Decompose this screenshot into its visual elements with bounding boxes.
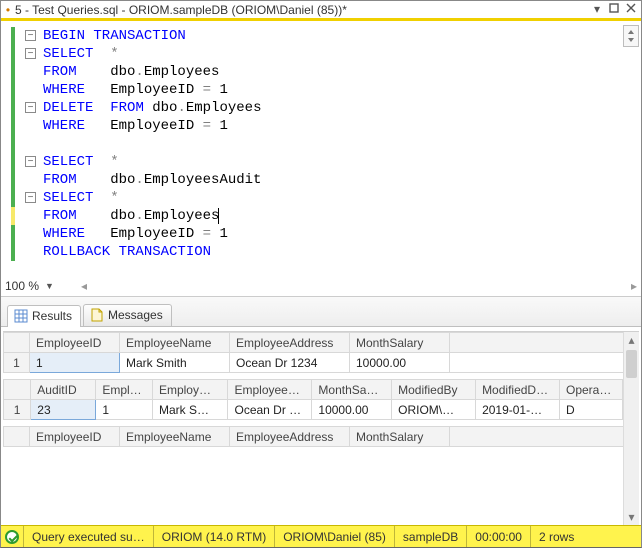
row-number[interactable]: 1 xyxy=(4,400,31,420)
cell[interactable] xyxy=(450,353,624,373)
sql-editor[interactable]: BEGIN TRANSACTION SELECT * FROM dbo.Empl… xyxy=(1,21,641,296)
status-user: ORIOM\Daniel (85) xyxy=(274,526,394,547)
zoom-control[interactable]: 100 % ▼ xyxy=(5,277,54,295)
maximize-button[interactable] xyxy=(606,3,622,17)
chevron-down-icon: ▼ xyxy=(45,281,54,291)
cell[interactable]: 10000.00 xyxy=(312,400,392,420)
tab-label: Results xyxy=(32,309,72,323)
page-icon xyxy=(90,308,104,322)
results-area: EmployeeIDEmployeeNameEmployeeAddressMon… xyxy=(3,331,639,525)
status-bar: Query executed su… ORIOM (14.0 RTM) ORIO… xyxy=(1,525,641,547)
column-header[interactable]: ModifiedBy xyxy=(392,380,476,400)
column-header[interactable]: EmployeeName xyxy=(120,427,230,447)
scroll-up-icon: ▴ xyxy=(624,332,639,348)
column-header[interactable]: MonthSalary xyxy=(350,333,450,353)
scroll-split-toggle[interactable] xyxy=(623,25,639,47)
column-header[interactable]: EmployeeAddress xyxy=(230,333,350,353)
cell[interactable]: Mark S… xyxy=(152,400,228,420)
success-icon xyxy=(5,530,19,544)
column-header[interactable]: EmployeeID xyxy=(30,427,120,447)
cell[interactable]: D xyxy=(559,400,622,420)
scroll-right-icon: ▸ xyxy=(631,279,637,293)
row-header xyxy=(4,333,30,353)
table-row[interactable]: 1231Mark S…Ocean Dr …10000.00ORIOM\…2019… xyxy=(4,400,623,420)
column-header[interactable]: MonthSa… xyxy=(312,380,392,400)
title-bar: • 5 - Test Queries.sql - ORIOM.sampleDB … xyxy=(1,1,641,21)
result-grid[interactable]: EmployeeIDEmployeeNameEmployeeAddressMon… xyxy=(3,332,623,373)
column-header xyxy=(450,427,624,447)
cell[interactable]: 2019-01-… xyxy=(476,400,560,420)
zoom-value: 100 % xyxy=(5,279,39,293)
column-header[interactable]: EmployeeID xyxy=(30,333,120,353)
column-header[interactable]: Empl… xyxy=(96,380,153,400)
modified-indicator: • xyxy=(3,3,13,17)
column-header[interactable]: Opera… xyxy=(559,380,622,400)
results-grids[interactable]: EmployeeIDEmployeeNameEmployeeAddressMon… xyxy=(3,332,623,525)
cell[interactable]: Ocean Dr … xyxy=(228,400,312,420)
scroll-down-icon: ▾ xyxy=(624,509,639,525)
row-number[interactable]: 1 xyxy=(4,353,30,373)
column-header[interactable]: MonthSalary xyxy=(350,427,450,447)
scroll-thumb[interactable] xyxy=(626,350,637,378)
status-server: ORIOM (14.0 RTM) xyxy=(153,526,274,547)
grid-icon xyxy=(14,309,28,323)
row-header xyxy=(4,427,30,447)
scroll-left-icon: ◂ xyxy=(81,279,87,293)
result-grid[interactable]: EmployeeIDEmployeeNameEmployeeAddressMon… xyxy=(3,426,623,447)
column-header xyxy=(450,333,624,353)
status-exec: Query executed su… xyxy=(23,526,153,547)
column-header[interactable]: ModifiedD… xyxy=(476,380,560,400)
status-rows: 2 rows xyxy=(530,526,582,547)
status-db: sampleDB xyxy=(394,526,466,547)
cell[interactable]: Mark Smith xyxy=(120,353,230,373)
column-header[interactable]: EmployeeAddress xyxy=(230,427,350,447)
column-header[interactable]: AuditID xyxy=(31,380,96,400)
column-header[interactable]: EmployeeName xyxy=(120,333,230,353)
result-grid[interactable]: AuditIDEmpl…Employ…Employee…MonthSa…Modi… xyxy=(3,379,623,420)
dropdown-button[interactable]: ▾ xyxy=(589,3,605,17)
row-header xyxy=(4,380,31,400)
close-button[interactable] xyxy=(623,3,639,17)
tab-results[interactable]: Results xyxy=(7,305,81,327)
results-tab-bar: Results Messages xyxy=(1,297,641,327)
cell[interactable]: ORIOM\… xyxy=(392,400,476,420)
cell[interactable]: 1 xyxy=(96,400,153,420)
sql-editor-pane: − − − − − BEGIN TRANSACTION SELECT * FRO… xyxy=(1,21,641,297)
horizontal-scrollbar[interactable]: ◂ ▸ xyxy=(81,278,637,294)
cell[interactable]: 1 xyxy=(30,353,120,373)
status-time: 00:00:00 xyxy=(466,526,530,547)
cell[interactable]: Ocean Dr 1234 xyxy=(230,353,350,373)
column-header[interactable]: Employee… xyxy=(228,380,312,400)
table-row[interactable]: 11Mark SmithOcean Dr 123410000.00 xyxy=(4,353,624,373)
vertical-scrollbar[interactable]: ▴ ▾ xyxy=(623,332,639,525)
cell[interactable]: 23 xyxy=(31,400,96,420)
tab-label: Messages xyxy=(108,308,163,322)
tab-messages[interactable]: Messages xyxy=(83,304,172,326)
column-header[interactable]: Employ… xyxy=(152,380,228,400)
cell[interactable]: 10000.00 xyxy=(350,353,450,373)
window-title: 5 - Test Queries.sql - ORIOM.sampleDB (O… xyxy=(13,3,588,17)
